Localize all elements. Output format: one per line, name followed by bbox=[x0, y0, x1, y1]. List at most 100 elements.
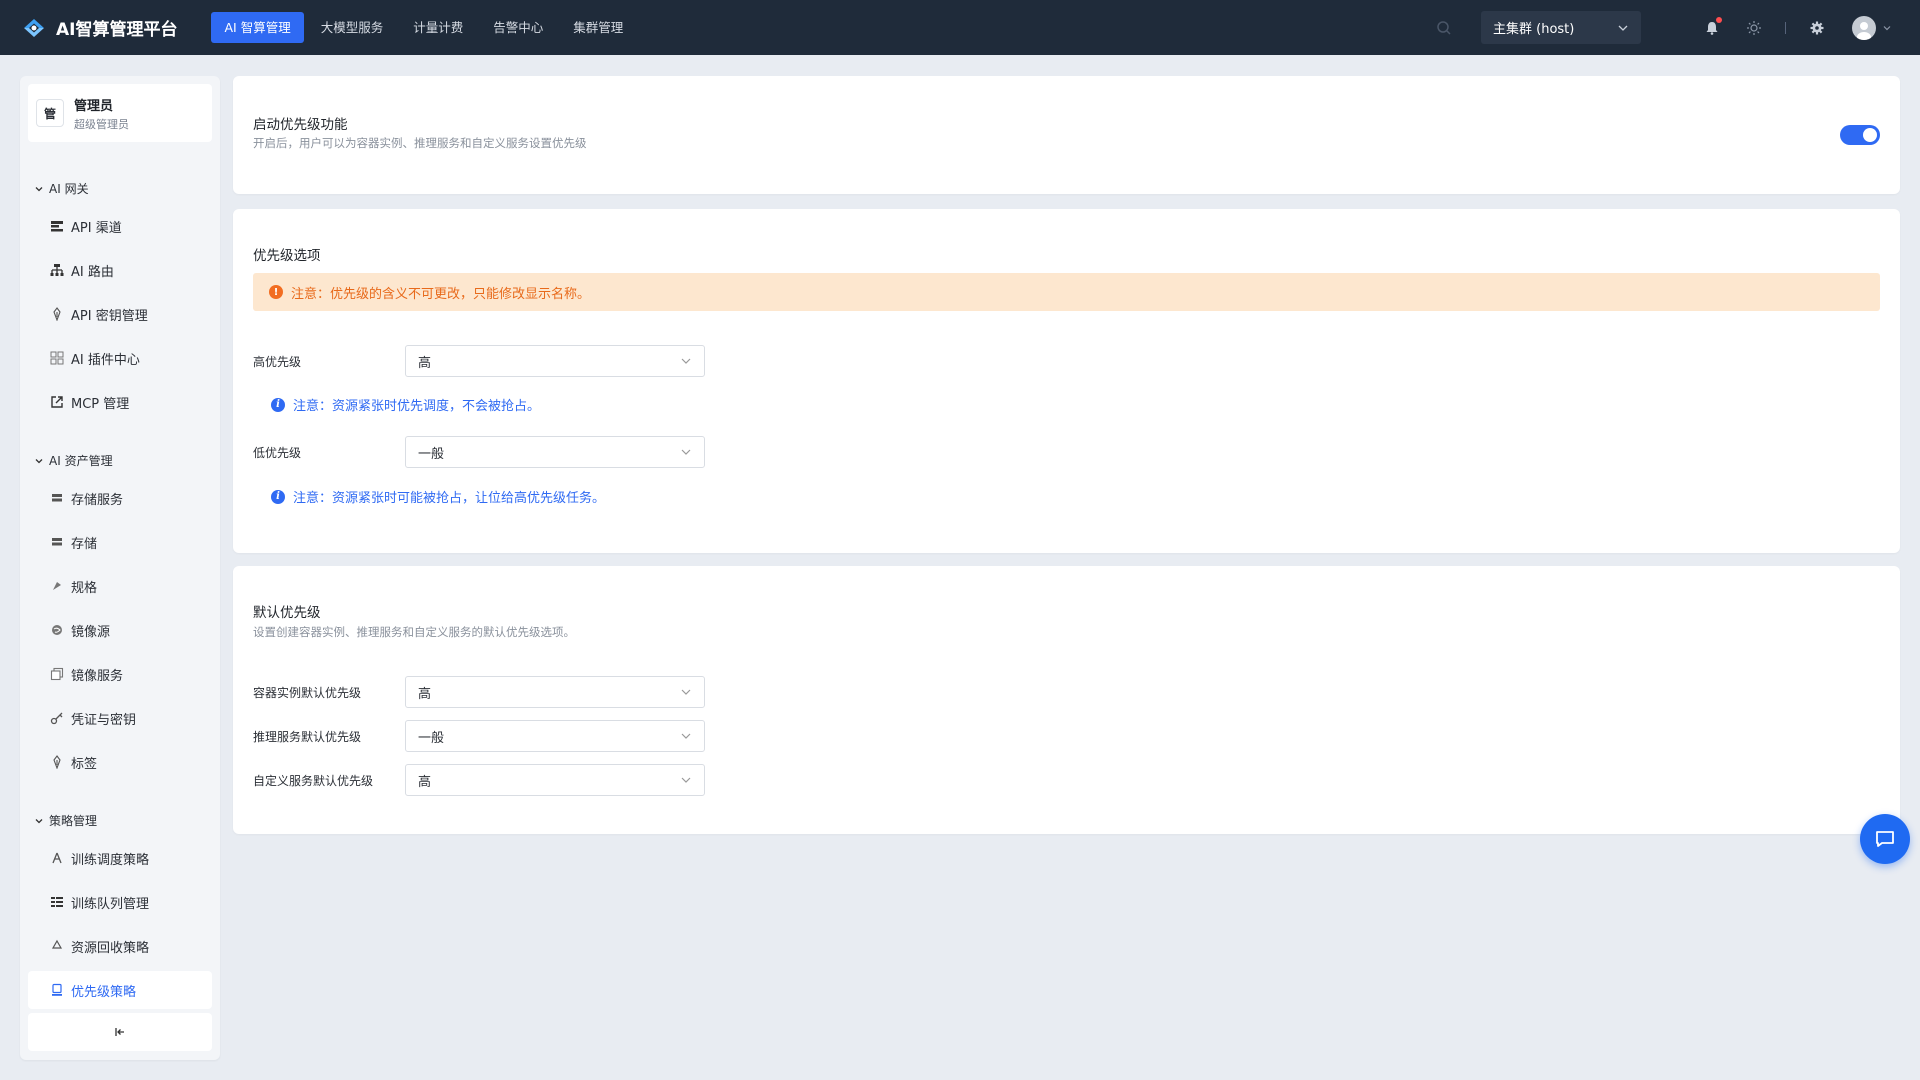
default-priority-title: 默认优先级 bbox=[253, 605, 321, 621]
low-priority-label: 低优先级 bbox=[253, 446, 302, 460]
app-title: AI智算管理平台 bbox=[56, 20, 178, 40]
container-default-priority-select[interactable]: 高 bbox=[405, 676, 705, 708]
external-link-icon bbox=[50, 395, 64, 409]
sidebar-item-api-key-management[interactable]: API 密钥管理 bbox=[28, 295, 212, 333]
chevron-down-icon bbox=[1618, 25, 1628, 31]
inference-default-priority-label: 推理服务默认优先级 bbox=[253, 730, 362, 744]
sidebar-item-label: 训练队列管理 bbox=[71, 896, 150, 912]
sidebar-item-ai-plugin-center[interactable]: AI 插件中心 bbox=[28, 339, 212, 377]
sidebar-item-training-queue-management[interactable]: 训练队列管理 bbox=[28, 883, 212, 921]
nav-ai-compute[interactable]: AI 智算管理 bbox=[211, 12, 304, 43]
enable-priority-card: 启动优先级功能 开启后，用户可以为容器实例、推理服务和自定义服务设置优先级 bbox=[233, 76, 1900, 194]
section-policy-management[interactable]: 策略管理 bbox=[34, 812, 97, 829]
sidebar-item-label: API 密钥管理 bbox=[71, 308, 148, 324]
search-icon[interactable] bbox=[1435, 19, 1453, 37]
sidebar-item-ai-route[interactable]: AI 路由 bbox=[28, 251, 212, 289]
sidebar-item-label: 存储服务 bbox=[71, 492, 124, 508]
low-priority-value: 一般 bbox=[418, 446, 445, 462]
section-title-label: AI 资产管理 bbox=[49, 454, 113, 468]
sidebar-item-training-schedule-policy[interactable]: 训练调度策略 bbox=[28, 839, 212, 877]
sidebar-item-tags[interactable]: 标签 bbox=[28, 743, 212, 781]
sidebar-item-api-channel[interactable]: API 渠道 bbox=[28, 207, 212, 245]
sun-icon bbox=[1747, 20, 1761, 35]
sidebar-item-spec[interactable]: 规格 bbox=[28, 567, 212, 605]
notification-button[interactable] bbox=[1702, 16, 1722, 38]
info-icon: i bbox=[271, 489, 285, 504]
sidebar-item-label: 镜像源 bbox=[71, 624, 111, 640]
recycle-icon bbox=[50, 939, 64, 953]
section-ai-asset-management[interactable]: AI 资产管理 bbox=[34, 452, 113, 469]
inference-default-priority-value: 一般 bbox=[418, 730, 445, 746]
sidebar-item-storage-service[interactable]: 存储服务 bbox=[28, 479, 212, 517]
top-nav: AI 智算管理 大模型服务 计量计费 告警中心 集群管理 bbox=[211, 12, 636, 43]
sidebar-item-label: 优先级策略 bbox=[71, 984, 137, 1000]
chat-button[interactable] bbox=[1860, 814, 1910, 864]
priority-icon bbox=[50, 983, 64, 997]
chevron-down-icon bbox=[35, 458, 43, 463]
enable-priority-toggle[interactable] bbox=[1840, 125, 1880, 145]
chevron-down-icon bbox=[681, 358, 691, 364]
cluster-select[interactable]: 主集群 (host) bbox=[1481, 11, 1641, 44]
container-default-priority-label: 容器实例默认优先级 bbox=[253, 686, 362, 700]
chevron-down-icon bbox=[35, 818, 43, 823]
low-priority-note-text: 注意：资源紧张时可能被抢占，让位给高优先级任务。 bbox=[293, 491, 606, 506]
default-priority-desc: 设置创建容器实例、推理服务和自定义服务的默认优先级选项。 bbox=[253, 625, 575, 639]
user-badge: 管 bbox=[36, 99, 64, 127]
chevron-down-icon bbox=[681, 733, 691, 739]
sidebar-item-storage[interactable]: 存储 bbox=[28, 523, 212, 561]
nav-billing[interactable]: 计量计费 bbox=[400, 12, 476, 43]
grid-icon bbox=[50, 351, 64, 365]
key-icon bbox=[50, 307, 64, 321]
section-title-label: AI 网关 bbox=[49, 182, 89, 196]
low-priority-note: i 注意：资源紧张时可能被抢占，让位给高优先级任务。 bbox=[271, 487, 605, 506]
sidebar-item-credentials[interactable]: 凭证与密钥 bbox=[28, 699, 212, 737]
sidebar-item-label: 资源回收策略 bbox=[71, 940, 150, 956]
section-ai-gateway[interactable]: AI 网关 bbox=[34, 180, 89, 197]
nav-alert-center[interactable]: 告警中心 bbox=[480, 12, 556, 43]
sidebar-item-priority-policy[interactable]: 优先级策略 bbox=[28, 971, 212, 1009]
settings-button[interactable] bbox=[1807, 18, 1827, 38]
app-logo[interactable]: AI智算管理平台 bbox=[20, 14, 177, 42]
high-priority-note-text: 注意：资源紧张时优先调度，不会被抢占。 bbox=[293, 399, 541, 414]
low-priority-select[interactable]: 一般 bbox=[405, 436, 705, 468]
priority-options-title: 优先级选项 bbox=[253, 248, 321, 264]
sidebar-item-label: 凭证与密钥 bbox=[71, 712, 137, 728]
chevron-down-icon bbox=[681, 449, 691, 455]
sidebar-collapse-button[interactable] bbox=[28, 1013, 212, 1051]
sidebar-item-image-service[interactable]: 镜像服务 bbox=[28, 655, 212, 693]
custom-default-priority-value: 高 bbox=[418, 774, 432, 790]
warning-icon: ! bbox=[269, 285, 283, 299]
topbar-actions: 主集群 (host) bbox=[1435, 11, 1900, 44]
user-role: 超级管理员 bbox=[74, 117, 129, 131]
topbar-divider bbox=[1785, 21, 1786, 34]
high-priority-label: 高优先级 bbox=[253, 355, 302, 369]
sidebar-item-label: AI 插件中心 bbox=[71, 352, 140, 368]
globe-icon bbox=[50, 623, 64, 637]
collapse-icon bbox=[115, 1028, 124, 1036]
high-priority-value: 高 bbox=[418, 355, 432, 371]
user-menu[interactable] bbox=[1852, 15, 1892, 40]
cluster-select-value: 主集群 (host) bbox=[1493, 22, 1575, 37]
spec-icon bbox=[50, 579, 64, 593]
nav-cluster-management[interactable]: 集群管理 bbox=[560, 12, 636, 43]
theme-toggle-button[interactable] bbox=[1744, 18, 1764, 38]
info-icon: i bbox=[271, 397, 285, 412]
chat-icon bbox=[1876, 831, 1894, 847]
high-priority-select[interactable]: 高 bbox=[405, 345, 705, 377]
inference-default-priority-select[interactable]: 一般 bbox=[405, 720, 705, 752]
route-icon bbox=[50, 263, 64, 277]
sidebar-item-resource-recycle-policy[interactable]: 资源回收策略 bbox=[28, 927, 212, 965]
chevron-down-icon bbox=[681, 777, 691, 783]
sidebar-item-mcp-management[interactable]: MCP 管理 bbox=[28, 383, 212, 421]
sidebar: 管 管理员 超级管理员 AI 网关 API 渠道 AI 路由 API 密钥管理 … bbox=[20, 76, 220, 1060]
schedule-icon bbox=[50, 851, 64, 865]
sidebar-item-image-source[interactable]: 镜像源 bbox=[28, 611, 212, 649]
nav-llm-service[interactable]: 大模型服务 bbox=[308, 12, 397, 43]
custom-default-priority-label: 自定义服务默认优先级 bbox=[253, 774, 374, 788]
custom-default-priority-select[interactable]: 高 bbox=[405, 764, 705, 796]
sidebar-item-label: 标签 bbox=[71, 756, 98, 772]
chevron-down-icon bbox=[35, 186, 43, 191]
chevron-down-icon bbox=[1883, 25, 1891, 30]
top-bar: AI智算管理平台 AI 智算管理 大模型服务 计量计费 告警中心 集群管理 主集… bbox=[0, 0, 1920, 55]
default-priority-card: 默认优先级 设置创建容器实例、推理服务和自定义服务的默认优先级选项。 容器实例默… bbox=[233, 566, 1900, 834]
